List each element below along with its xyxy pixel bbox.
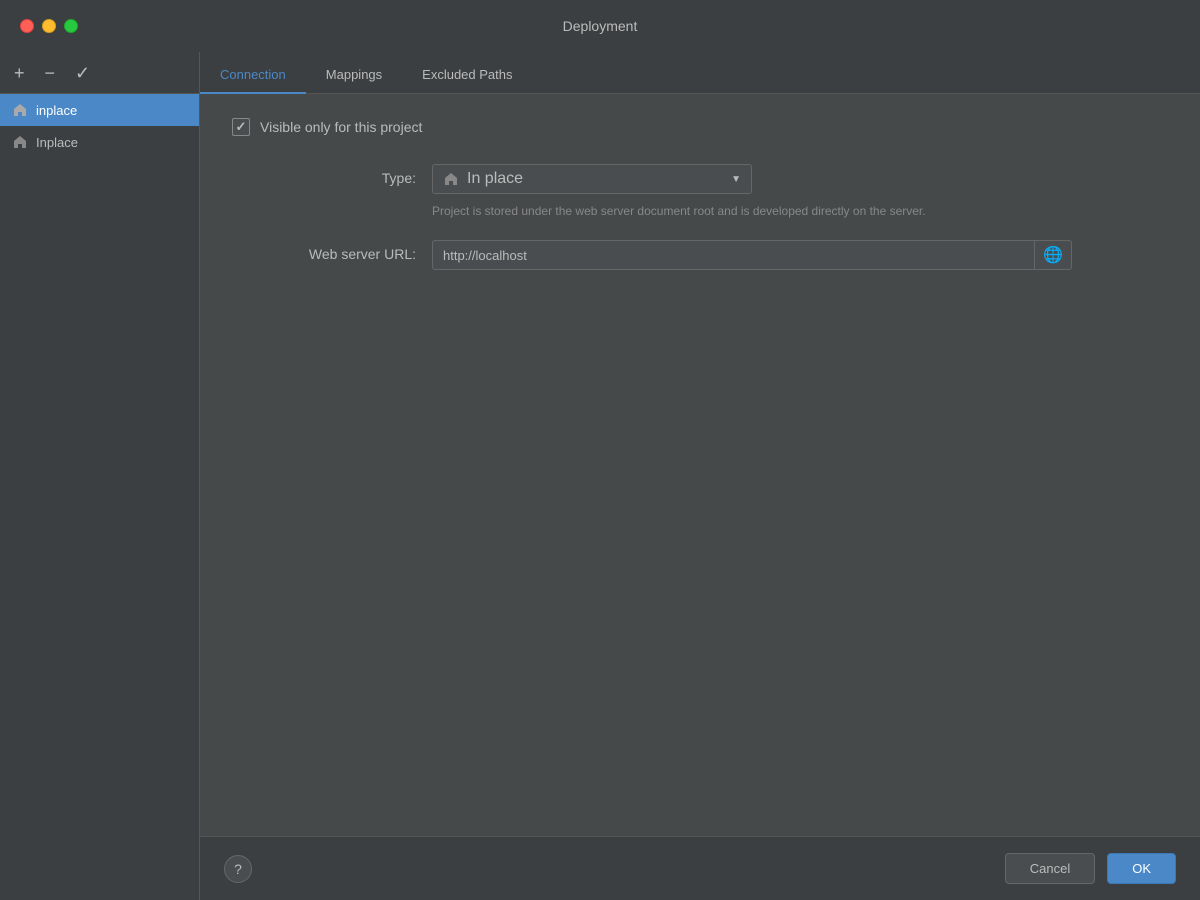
minimize-button[interactable] [42,19,56,33]
cancel-button[interactable]: Cancel [1005,853,1095,884]
add-server-button[interactable]: + [12,64,27,82]
sidebar-items: inplace Inplace [0,94,199,900]
maximize-button[interactable] [64,19,78,33]
tab-mappings[interactable]: Mappings [306,59,402,94]
web-server-url-label: Web server URL: [232,240,432,262]
web-server-url-row: Web server URL: 🌐 [232,240,1168,270]
visible-only-label: Visible only for this project [260,119,422,135]
connection-content: ✓ Visible only for this project Type: [200,94,1200,836]
tabs: Connection Mappings Excluded Paths [200,52,1200,94]
url-input-wrapper: 🌐 [432,240,1072,270]
chevron-down-icon: ▼ [731,174,741,185]
house-icon [12,134,28,150]
bottom-bar: ? Cancel OK [200,836,1200,900]
close-button[interactable] [20,19,34,33]
window: Deployment + − ✓ inplace [0,0,1200,900]
window-controls [20,19,78,33]
type-row: Type: In place ▼ Project is stored und [232,164,1168,220]
visible-only-row: ✓ Visible only for this project [232,118,1168,136]
sidebar: + − ✓ inplace Inplace [0,52,200,900]
ok-button[interactable]: OK [1107,853,1176,884]
tab-excluded-paths[interactable]: Excluded Paths [402,59,532,94]
content-area: Connection Mappings Excluded Paths ✓ Vis… [200,52,1200,900]
remove-server-button[interactable]: − [43,64,58,82]
sidebar-item-inplace[interactable]: Inplace [0,126,199,158]
sidebar-item-label: Inplace [36,135,78,150]
type-dropdown[interactable]: In place ▼ [432,164,752,194]
sidebar-item-inplace-selected[interactable]: inplace [0,94,199,126]
checkmark-icon: ✓ [236,119,247,135]
globe-button[interactable]: 🌐 [1034,241,1071,269]
web-server-url-input[interactable] [433,242,1034,269]
url-control: 🌐 [432,240,1168,270]
type-control: In place ▼ Project is stored under the w… [432,164,1168,220]
sidebar-toolbar: + − ✓ [0,52,199,94]
window-title: Deployment [563,18,638,34]
type-value: In place [467,170,523,188]
type-house-icon [443,171,459,187]
type-label: Type: [232,164,432,186]
bottom-buttons: Cancel OK [1005,853,1176,884]
type-description: Project is stored under the web server d… [432,202,1032,220]
help-button[interactable]: ? [224,855,252,883]
main-layout: + − ✓ inplace Inplace [0,52,1200,900]
house-icon [12,102,28,118]
tab-connection[interactable]: Connection [200,59,306,94]
confirm-button[interactable]: ✓ [73,64,92,82]
sidebar-item-label: inplace [36,103,77,118]
visible-only-checkbox[interactable]: ✓ [232,118,250,136]
title-bar: Deployment [0,0,1200,52]
